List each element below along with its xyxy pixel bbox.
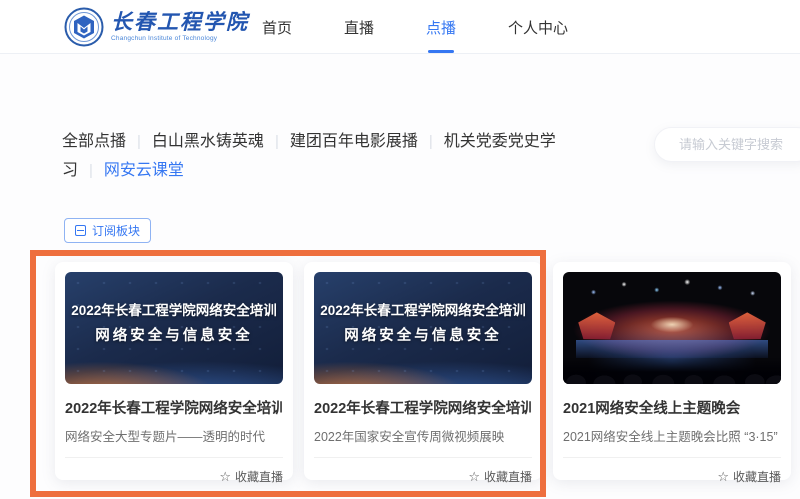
video-thumbnail-cyber-security[interactable]: 2022年长春工程学院网络安全培训 网络安全与信息安全 (65, 272, 283, 384)
video-title: 2022年长春工程学院网络安全培训... (65, 397, 283, 418)
nav-home[interactable]: 首页 (259, 0, 295, 54)
nav-live[interactable]: 直播 (341, 0, 377, 54)
header: 长春工程学院 Changchun Institute of Technology… (0, 0, 800, 54)
filter-separator: | (89, 162, 93, 179)
thumbnail-title-line1: 2022年长春工程学院网络安全培训 (314, 299, 532, 319)
favorite-label: 收藏直播 (484, 468, 532, 485)
video-subtitle: 网络安全大型专题片——透明的时代 (65, 426, 283, 445)
favorite-button[interactable]: ☆ 收藏直播 (563, 468, 781, 485)
favorite-button[interactable]: ☆ 收藏直播 (314, 468, 532, 485)
favorite-label: 收藏直播 (733, 468, 781, 485)
filter-separator: | (429, 133, 433, 150)
star-icon: ☆ (219, 470, 231, 483)
card-divider (65, 457, 283, 458)
search-box (654, 127, 800, 162)
favorite-button[interactable]: ☆ 收藏直播 (65, 468, 283, 485)
thumbnail-title-line2: 网络安全与信息安全 (65, 324, 283, 345)
filter-league-centenary-films[interactable]: 建团百年电影展播 (290, 133, 418, 150)
video-thumbnail-cyber-security[interactable]: 2022年长春工程学院网络安全培训 网络安全与信息安全 (314, 272, 532, 384)
thumbnail-title-line2: 网络安全与信息安全 (314, 324, 532, 345)
category-filter-bar: 全部点播|白山黑水铸英魂|建团百年电影展播|机关党委党史学习|网安云课堂 (62, 127, 592, 185)
nav-personal-center[interactable]: 个人中心 (505, 0, 571, 54)
favorite-label: 收藏直播 (235, 468, 283, 485)
filter-all-vod[interactable]: 全部点播 (62, 133, 126, 150)
filter-separator: | (137, 133, 141, 150)
school-name: 长春工程学院 (111, 12, 249, 34)
audience-silhouette (563, 357, 781, 384)
video-card-security-training-1[interactable]: 2022年长春工程学院网络安全培训 网络安全与信息安全 2022年长春工程学院网… (55, 262, 293, 480)
card-divider (563, 457, 781, 458)
thumbnail-title-line1: 2022年长春工程学院网络安全培训 (65, 299, 283, 319)
video-title: 2021网络安全线上主题晚会 (563, 397, 781, 418)
video-card-gala-2021[interactable]: 2021网络安全线上主题晚会 2021网络安全线上主题晚会比照 “3·15” .… (553, 262, 791, 480)
video-title: 2022年长春工程学院网络安全培训... (314, 397, 532, 418)
card-divider (314, 457, 532, 458)
subscribe-section-button[interactable]: 订阅板块 (64, 218, 151, 243)
filter-baishan-heishui[interactable]: 白山黑水铸英魂 (152, 133, 264, 150)
video-card-security-training-2[interactable]: 2022年长春工程学院网络安全培训 网络安全与信息安全 2022年长春工程学院网… (304, 262, 542, 480)
filter-cyber-security-cloud-class[interactable]: 网安云课堂 (104, 162, 184, 179)
video-thumbnail-stage-gala[interactable] (563, 272, 781, 384)
subscribe-icon (75, 225, 86, 236)
school-emblem-icon (64, 7, 104, 47)
active-tab-underline (428, 50, 454, 53)
star-icon: ☆ (468, 470, 480, 483)
star-icon: ☆ (717, 470, 729, 483)
school-logo[interactable]: 长春工程学院 Changchun Institute of Technology (64, 7, 249, 47)
nav-vod[interactable]: 点播 (423, 0, 459, 54)
filter-separator: | (275, 133, 279, 150)
subscribe-label: 订阅板块 (92, 222, 140, 239)
school-name-english: Changchun Institute of Technology (111, 35, 249, 42)
main-nav: 首页 直播 点播 个人中心 (259, 0, 571, 54)
video-subtitle: 2022年国家安全宣传周微视频展映 (314, 426, 532, 445)
video-subtitle: 2021网络安全线上主题晚会比照 “3·15” ... (563, 426, 781, 445)
search-input[interactable] (679, 137, 799, 152)
